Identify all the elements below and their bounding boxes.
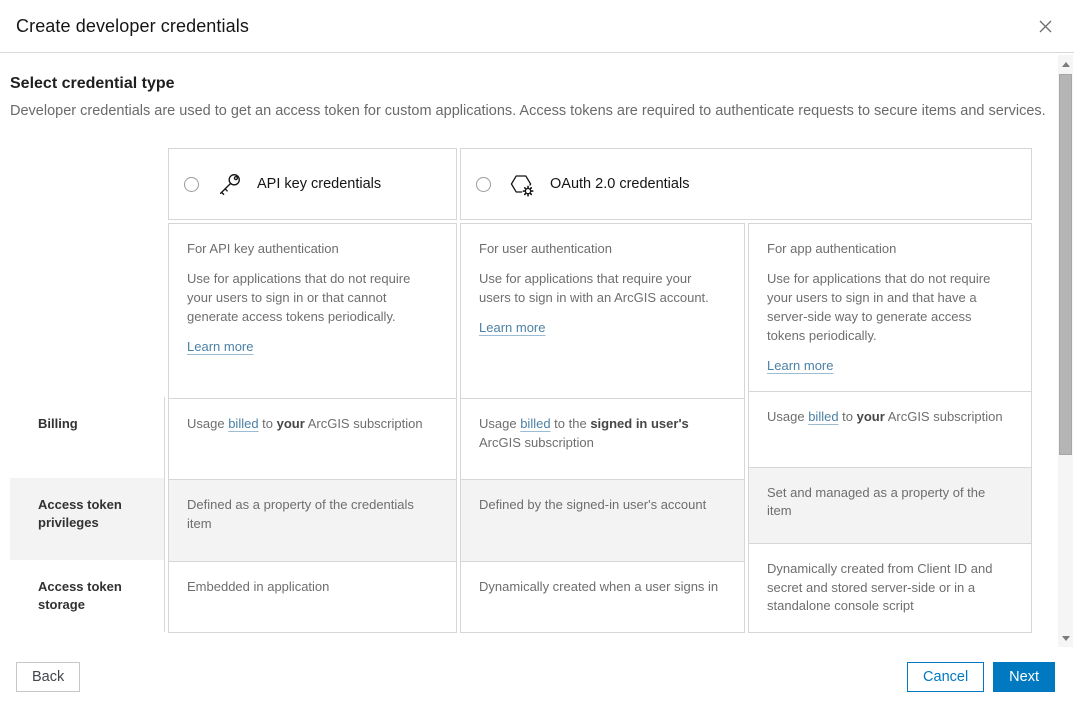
column-oauth-user: For user authentication Use for applicat… <box>460 223 745 633</box>
privileges-cell: Defined as a property of the credentials… <box>169 479 456 561</box>
intro-cell-app-auth: For app authentication Use for applicati… <box>749 224 1031 391</box>
back-button[interactable]: Back <box>16 662 80 692</box>
billing-cell: Usage billed to the signed in user's Arc… <box>461 398 744 479</box>
row-label-billing: Billing <box>10 397 165 478</box>
intro-body: Use for applications that do not require… <box>767 270 1013 345</box>
intro-body: Use for applications that require your u… <box>479 270 726 308</box>
scrollbar-thumb[interactable] <box>1059 74 1072 455</box>
privileges-cell: Set and managed as a property of the ite… <box>749 467 1031 543</box>
section-heading: Select credential type <box>10 75 1048 93</box>
intro-title: For API key authentication <box>187 240 438 259</box>
billed-link[interactable]: billed <box>228 416 258 431</box>
vertical-scrollbar[interactable] <box>1058 55 1073 647</box>
learn-more-link[interactable]: Learn more <box>187 339 253 354</box>
row-label-access-token-storage: Access token storage <box>10 560 165 632</box>
gutter-spacer <box>10 223 165 397</box>
section-description: Developer credentials are used to get an… <box>10 101 1048 121</box>
option-label: OAuth 2.0 credentials <box>550 176 689 192</box>
billing-cell: Usage billed to your ArcGIS subscription <box>169 398 456 479</box>
option-label: API key credentials <box>257 176 381 192</box>
hexagon-gear-icon <box>508 170 536 198</box>
intro-cell-api-key: For API key authentication Use for appli… <box>169 224 456 398</box>
radio-oauth[interactable] <box>476 177 491 192</box>
key-icon <box>216 171 243 198</box>
row-label-column: Billing Access token privileges Access t… <box>10 223 165 633</box>
learn-more-link[interactable]: Learn more <box>767 358 833 373</box>
close-icon <box>1039 20 1052 33</box>
dialog-header: Create developer credentials <box>0 0 1074 53</box>
scroll-down-button[interactable] <box>1058 631 1073 645</box>
intro-title: For user authentication <box>479 240 726 259</box>
storage-cell: Dynamically created from Client ID and s… <box>749 543 1031 633</box>
close-button[interactable] <box>1033 14 1058 39</box>
dialog-footer: Back Cancel Next <box>0 648 1074 705</box>
billed-link[interactable]: billed <box>808 409 838 424</box>
triangle-up-icon <box>1062 62 1070 67</box>
next-button[interactable]: Next <box>993 662 1055 692</box>
option-oauth-credentials[interactable]: OAuth 2.0 credentials <box>460 148 1032 220</box>
privileges-cell: Defined by the signed-in user's account <box>461 479 744 561</box>
radio-api-key[interactable] <box>184 177 199 192</box>
billing-cell: Usage billed to your ArcGIS subscription <box>749 391 1031 466</box>
column-oauth-app: For app authentication Use for applicati… <box>748 223 1032 633</box>
intro-body: Use for applications that do not require… <box>187 270 438 327</box>
create-developer-credentials-dialog: Create developer credentials Select cred… <box>0 0 1074 705</box>
dialog-body: Select credential type Developer credent… <box>0 53 1074 648</box>
dialog-title: Create developer credentials <box>16 16 249 37</box>
dialog-content: Select credential type Developer credent… <box>0 75 1074 633</box>
storage-cell: Embedded in application <box>169 561 456 632</box>
cancel-button[interactable]: Cancel <box>907 662 984 692</box>
scroll-up-button[interactable] <box>1058 57 1073 71</box>
option-api-key-credentials[interactable]: API key credentials <box>168 148 457 220</box>
comparison-table: Billing Access token privileges Access t… <box>10 223 1048 633</box>
row-label-access-token-privileges: Access token privileges <box>10 478 165 560</box>
intro-title: For app authentication <box>767 240 1013 259</box>
column-api-key: For API key authentication Use for appli… <box>168 223 457 633</box>
triangle-down-icon <box>1062 636 1070 641</box>
credential-type-header-row: API key credentials <box>168 148 1048 220</box>
billed-link[interactable]: billed <box>520 416 550 431</box>
storage-cell: Dynamically created when a user signs in <box>461 561 744 632</box>
learn-more-link[interactable]: Learn more <box>479 320 545 335</box>
intro-cell-user-auth: For user authentication Use for applicat… <box>461 224 744 398</box>
